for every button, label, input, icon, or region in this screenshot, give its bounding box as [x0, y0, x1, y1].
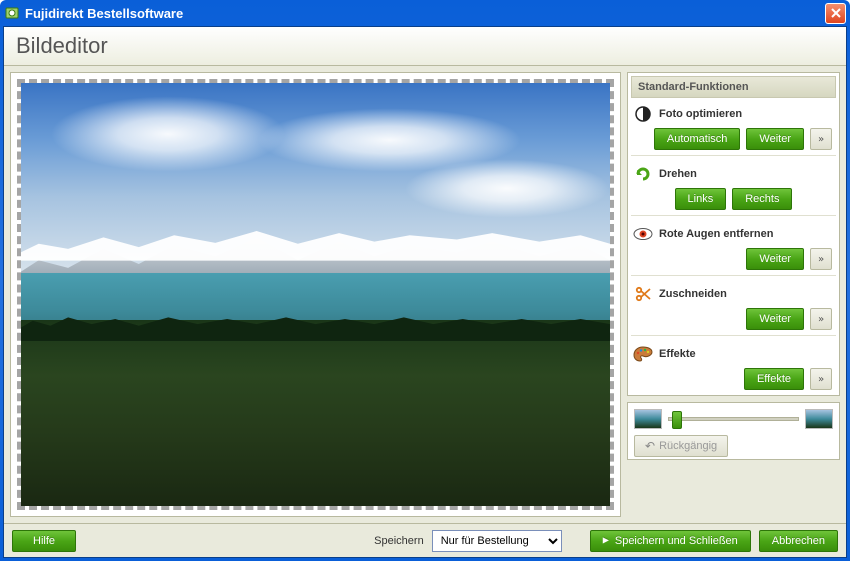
image-canvas-frame	[10, 72, 621, 517]
thumb-large-icon	[805, 409, 833, 429]
main-area: Standard-Funktionen Foto optimieren Auto…	[4, 66, 846, 523]
func-effects-head: Effekte	[631, 338, 836, 368]
effects-button[interactable]: Effekte	[744, 368, 804, 390]
optimize-auto-button[interactable]: Automatisch	[654, 128, 741, 150]
undo-label: Rückgängig	[659, 440, 717, 452]
func-redeye: Rote Augen entfernen Weiter »	[631, 218, 836, 276]
zoom-slider-handle[interactable]	[672, 411, 682, 429]
save-close-button[interactable]: Speichern und Schließen	[590, 530, 751, 552]
photo-cloud	[404, 159, 610, 218]
client-area: Bildeditor Standard-Funktionen	[3, 26, 847, 558]
sidebar: Standard-Funktionen Foto optimieren Auto…	[627, 72, 840, 517]
page-title: Bildeditor	[16, 33, 834, 59]
close-button[interactable]	[825, 3, 846, 24]
optimize-more-button[interactable]: Weiter	[746, 128, 804, 150]
redeye-expand-button[interactable]: »	[810, 248, 832, 270]
app-icon	[4, 5, 20, 21]
func-rotate-head: Drehen	[631, 158, 836, 188]
func-optimize-label: Foto optimieren	[659, 108, 742, 120]
func-effects: Effekte Effekte »	[631, 338, 836, 392]
func-optimize: Foto optimieren Automatisch Weiter »	[631, 98, 836, 156]
crop-more-button[interactable]: Weiter	[746, 308, 804, 330]
func-redeye-label: Rote Augen entfernen	[659, 228, 774, 240]
save-label: Speichern	[374, 535, 424, 547]
photo-cloud	[50, 96, 286, 172]
optimize-expand-button[interactable]: »	[810, 128, 832, 150]
func-crop: Zuschneiden Weiter »	[631, 278, 836, 336]
footer: Hilfe Speichern Nur für Bestellung Speic…	[4, 523, 846, 557]
titlebar: Fujidirekt Bestellsoftware	[0, 0, 850, 26]
contrast-icon	[633, 104, 653, 124]
thumb-small-icon	[634, 409, 662, 429]
photo-forest	[21, 320, 610, 506]
func-crop-label: Zuschneiden	[659, 288, 727, 300]
effects-expand-button[interactable]: »	[810, 368, 832, 390]
scissors-icon	[633, 284, 653, 304]
save-scope-select[interactable]: Nur für Bestellung	[432, 530, 562, 552]
rotate-right-button[interactable]: Rechts	[732, 188, 792, 210]
func-crop-head: Zuschneiden	[631, 278, 836, 308]
undo-button[interactable]: ↶ Rückgängig	[634, 435, 728, 457]
cancel-button[interactable]: Abbrechen	[759, 530, 838, 552]
help-button[interactable]: Hilfe	[12, 530, 76, 552]
redeye-more-button[interactable]: Weiter	[746, 248, 804, 270]
app-window: Fujidirekt Bestellsoftware Bildeditor	[0, 0, 850, 561]
palette-icon	[633, 344, 653, 364]
undo-icon: ↶	[645, 439, 655, 453]
eye-icon	[633, 224, 653, 244]
func-redeye-head: Rote Augen entfernen	[631, 218, 836, 248]
rotate-icon	[633, 164, 653, 184]
window-title: Fujidirekt Bestellsoftware	[25, 6, 825, 21]
zoom-undo-panel: ↶ Rückgängig	[627, 402, 840, 460]
standard-functions-panel: Standard-Funktionen Foto optimieren Auto…	[627, 72, 840, 396]
zoom-slider[interactable]	[668, 417, 799, 421]
zoom-slider-row	[634, 409, 833, 429]
page-header: Bildeditor	[4, 27, 846, 66]
func-optimize-head: Foto optimieren	[631, 98, 836, 128]
rotate-left-button[interactable]: Links	[675, 188, 727, 210]
func-rotate-label: Drehen	[659, 168, 697, 180]
crop-expand-button[interactable]: »	[810, 308, 832, 330]
image-canvas[interactable]	[17, 79, 614, 510]
func-effects-label: Effekte	[659, 348, 696, 360]
func-rotate: Drehen Links Rechts	[631, 158, 836, 216]
panel-title: Standard-Funktionen	[631, 76, 836, 98]
